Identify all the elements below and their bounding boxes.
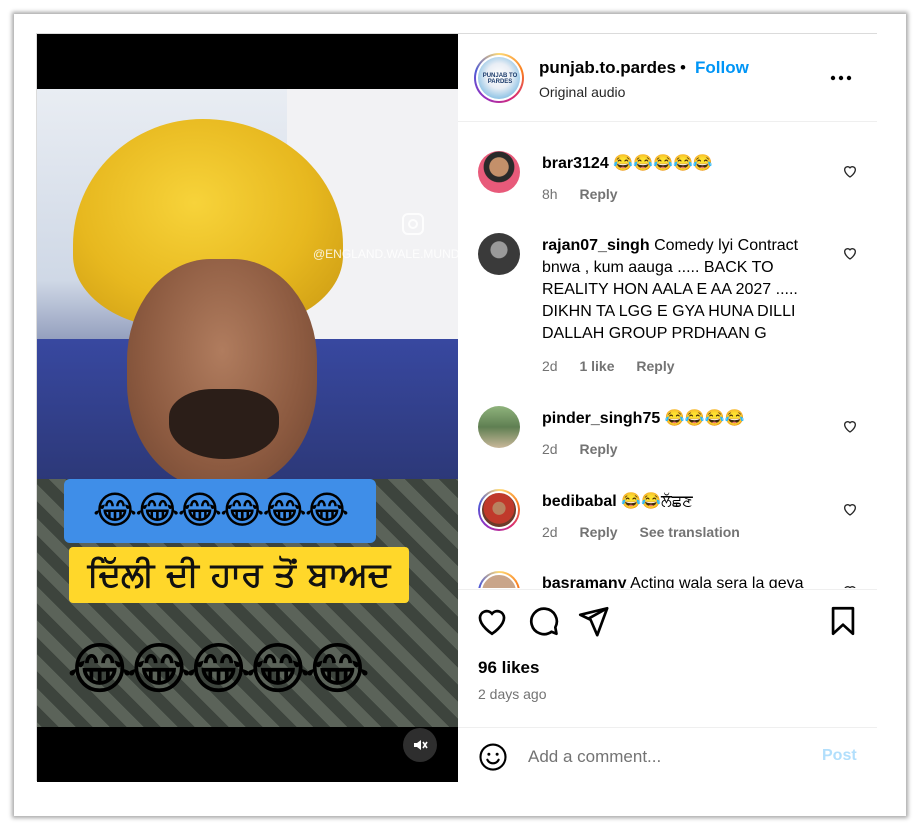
comment-time[interactable]: 2d — [542, 358, 558, 374]
smiley-icon[interactable] — [478, 742, 508, 772]
comment-like-icon[interactable] — [842, 501, 858, 517]
comment-text: Acting wala sera la geya — [630, 575, 804, 588]
commenter-avatar[interactable] — [478, 233, 520, 275]
reply-button[interactable]: Reply — [579, 524, 617, 540]
paper-plane-icon[interactable] — [576, 604, 610, 638]
commenter-avatar[interactable] — [478, 151, 520, 193]
audio-label[interactable]: Original audio — [539, 84, 625, 100]
video-frame[interactable]: @ENGLAND.WALE.MUNDEE 😂😂😂😂😂😂 ਦਿੱਲੀ ਦੀ ਹਾਰ… — [37, 89, 458, 727]
speaker-muted-icon — [414, 740, 428, 750]
comment-icon[interactable] — [526, 604, 560, 638]
comment-composer: Post — [458, 727, 877, 783]
comment-username[interactable]: rajan07_singh — [542, 237, 650, 254]
commenter-avatar[interactable] — [478, 489, 520, 531]
post-comment-button[interactable]: Post — [822, 747, 857, 765]
video-watermark: @ENGLAND.WALE.MUNDEE — [313, 247, 458, 261]
comment-username[interactable]: brar3124 — [542, 155, 609, 172]
commenter-avatar[interactable] — [478, 406, 520, 448]
comment-likes[interactable]: 1 like — [579, 358, 614, 374]
reply-button[interactable]: Reply — [636, 358, 674, 374]
see-translation-button[interactable]: See translation — [639, 524, 739, 540]
emoji-overlay-bottom: 😂😂😂😂😂 — [67, 637, 370, 700]
comment-text: 😂😂😂😂 — [664, 410, 745, 427]
instagram-logo-icon — [402, 213, 424, 235]
bookmark-icon[interactable] — [826, 604, 860, 638]
comment-text: 😂😂ਲੱਛਣ — [621, 493, 693, 510]
comment-like-icon[interactable] — [842, 583, 858, 588]
post-modal: @ENGLAND.WALE.MUNDEE 😂😂😂😂😂😂 ਦਿੱਲੀ ਦੀ ਹਾਰ… — [36, 33, 877, 782]
more-horizontal-icon — [830, 75, 852, 81]
mute-button[interactable] — [403, 728, 437, 762]
comment-username[interactable]: pinder_singh75 — [542, 410, 660, 427]
comment-like-icon[interactable] — [842, 418, 858, 434]
comment-input[interactable] — [528, 745, 798, 769]
account-avatar[interactable]: PUNJAB TO PARDES — [474, 53, 524, 103]
comment-username[interactable]: basramany — [542, 575, 627, 588]
post-timestamp[interactable]: 2 days ago — [478, 686, 547, 702]
heart-icon[interactable] — [475, 604, 509, 638]
emoji-overlay-top: 😂😂😂😂😂😂 — [64, 479, 376, 543]
comment-like-icon[interactable] — [842, 245, 858, 261]
reply-button[interactable]: Reply — [579, 441, 617, 457]
post-side-panel: PUNJAB TO PARDES punjab.to.pardes • Foll… — [458, 34, 877, 782]
video-caption: ਦਿੱਲੀ ਦੀ ਹਾਰ ਤੋਂ ਬਾਅਦ — [69, 547, 409, 603]
more-options-button[interactable] — [830, 64, 852, 87]
account-username[interactable]: punjab.to.pardes — [539, 58, 676, 78]
comment-text: 😂😂😂😂😂 — [613, 155, 713, 172]
post-header: PUNJAB TO PARDES punjab.to.pardes • Foll… — [458, 34, 877, 122]
comment-username[interactable]: bedibabal — [542, 493, 617, 510]
commenter-avatar[interactable] — [478, 571, 520, 588]
post-actions: 96 likes 2 days ago Post — [458, 589, 877, 779]
comment-time[interactable]: 2d — [542, 441, 558, 457]
follow-button[interactable]: Follow — [695, 58, 749, 78]
likes-count[interactable]: 96 likes — [478, 658, 539, 678]
comment-time[interactable]: 2d — [542, 524, 558, 540]
reply-button[interactable]: Reply — [579, 186, 617, 202]
post-media[interactable]: @ENGLAND.WALE.MUNDEE 😂😂😂😂😂😂 ਦਿੱਲੀ ਦੀ ਹਾਰ… — [37, 34, 458, 782]
comment-like-icon[interactable] — [842, 163, 858, 179]
comments-list[interactable]: brar3124 😂😂😂😂😂 8h Reply rajan07_singh Co… — [458, 123, 877, 588]
comment-time[interactable]: 8h — [542, 186, 558, 202]
separator-dot: • — [680, 58, 686, 77]
